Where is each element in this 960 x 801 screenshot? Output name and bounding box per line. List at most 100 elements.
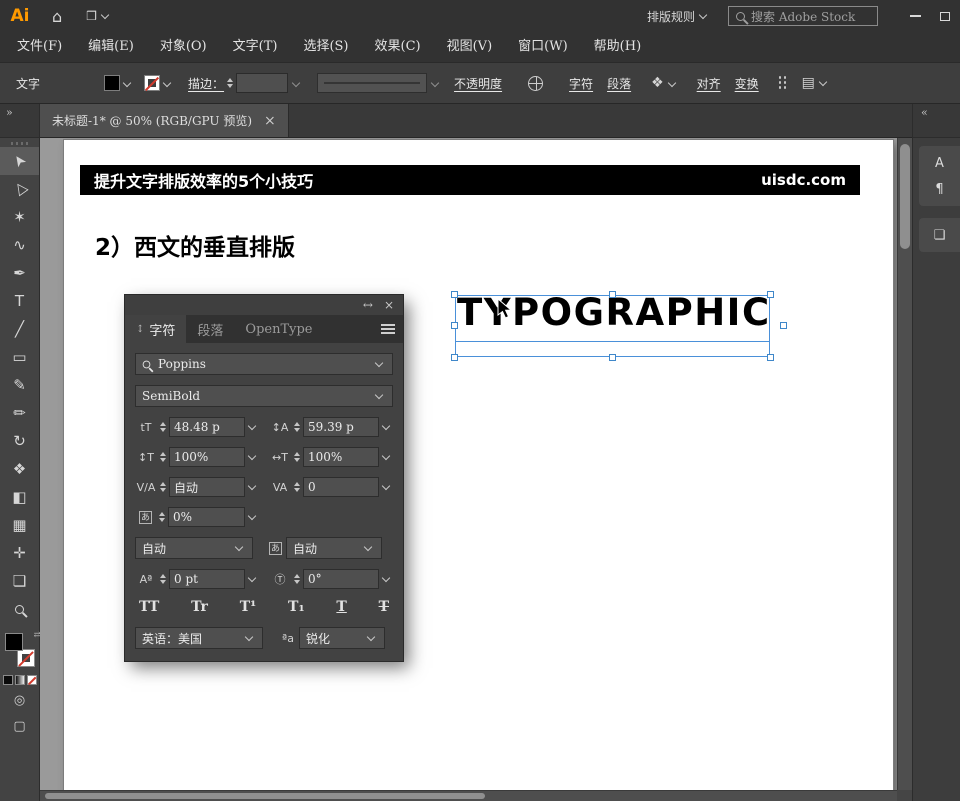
artboards-panel-button[interactable]: ❏ [919, 222, 960, 248]
more-options-dots-icon[interactable] [779, 76, 788, 90]
selection-handle[interactable] [780, 322, 787, 329]
typesetting-options-icon[interactable]: ❖ [651, 75, 664, 91]
font-style-dropdown[interactable]: SemiBold [135, 385, 393, 407]
artwork-heading[interactable]: 2）西文的垂直排版 [95, 228, 295, 262]
pen-tool[interactable]: ✒ [0, 259, 39, 287]
control-panel-menu-icon[interactable]: ▤ [802, 75, 815, 91]
chevron-down-icon[interactable] [819, 77, 827, 85]
selection-handle[interactable] [767, 291, 774, 298]
language-dropdown[interactable]: 英语：美国 [135, 627, 263, 649]
tracking-stepper[interactable] [294, 482, 300, 492]
menu-effect[interactable]: 效果(C) [362, 32, 434, 62]
character-rotation-field[interactable]: 0° [303, 569, 379, 589]
selection-handle[interactable] [609, 291, 616, 298]
stroke-weight-stepper[interactable] [227, 78, 233, 88]
chevron-down-icon[interactable] [123, 79, 131, 87]
home-button[interactable]: ⌂ [40, 0, 74, 32]
menu-type[interactable]: 文字(T) [220, 32, 291, 62]
stroke-profile-dropdown[interactable] [317, 73, 427, 93]
character-rotation-stepper[interactable] [294, 574, 300, 584]
menu-select[interactable]: 选择(S) [290, 32, 361, 62]
kerning-stepper[interactable] [160, 482, 166, 492]
stroke-color-swatch[interactable] [144, 75, 160, 91]
font-family-dropdown[interactable]: Poppins [135, 353, 393, 375]
menu-object[interactable]: 对象(O) [147, 32, 220, 62]
panel-menu-button[interactable] [373, 315, 403, 343]
collapse-panel-icon[interactable]: ↔ [363, 298, 373, 312]
chevron-down-icon[interactable] [667, 79, 675, 87]
line-segment-tool[interactable]: ╱ [0, 315, 39, 343]
aki-left-dropdown[interactable]: 自动 [135, 537, 253, 559]
screen-mode-button[interactable]: ▢ [0, 715, 39, 737]
close-tab-icon[interactable]: × [264, 113, 276, 129]
tracking-field[interactable]: 0 [303, 477, 379, 497]
subscript-button[interactable]: T₁ [288, 599, 305, 615]
stroke-link[interactable]: 描边： [188, 75, 224, 92]
tab-paragraph[interactable]: 段落 [186, 315, 234, 343]
vertical-scrollbar[interactable] [897, 138, 912, 790]
vertical-scale-stepper[interactable] [160, 452, 166, 462]
strikethrough-button[interactable]: T [379, 599, 389, 615]
workspace-switcher[interactable]: 排版规则 [635, 0, 718, 32]
tab-opentype[interactable]: OpenType [234, 315, 323, 343]
artboard-tool[interactable]: ❏ [0, 567, 39, 595]
chevron-down-icon[interactable] [431, 79, 439, 87]
tab-character[interactable]: ↕ 字符 [125, 315, 186, 343]
font-size-stepper[interactable] [160, 422, 166, 432]
menu-help[interactable]: 帮助(H) [581, 32, 654, 62]
rectangle-tool[interactable]: ▭ [0, 343, 39, 371]
arrange-documents-button[interactable]: ❒ [74, 0, 120, 32]
menu-file[interactable]: 文件(F) [4, 32, 75, 62]
tsume-stepper[interactable] [159, 512, 165, 522]
underline-button[interactable]: T [336, 599, 346, 615]
horizontal-scale-stepper[interactable] [294, 452, 300, 462]
chevron-down-icon[interactable] [248, 511, 256, 519]
chevron-down-icon[interactable] [248, 421, 256, 429]
recolor-artwork-icon[interactable] [528, 76, 543, 91]
paragraph-panel-link[interactable]: 段落 [607, 75, 631, 92]
align-panel-link[interactable]: 对齐 [697, 75, 721, 92]
magic-wand-tool[interactable]: ✶ [0, 203, 39, 231]
restore-button[interactable] [930, 0, 960, 32]
chevron-down-icon[interactable] [382, 421, 390, 429]
mesh-tool[interactable]: ▦ [0, 511, 39, 539]
chevron-down-icon[interactable] [248, 451, 256, 459]
selection-handle[interactable] [767, 354, 774, 361]
menu-window[interactable]: 窗口(W) [505, 32, 581, 62]
close-panel-icon[interactable]: × [384, 298, 394, 312]
leading-field[interactable]: 59.39 p [303, 417, 379, 437]
selection-handle[interactable] [451, 322, 458, 329]
transform-panel-link[interactable]: 变换 [735, 75, 759, 92]
font-size-field[interactable]: 48.48 p [169, 417, 245, 437]
character-panel-link[interactable]: 字符 [569, 75, 593, 92]
right-dock-header[interactable]: « [913, 104, 960, 138]
paragraph-styles-panel-button[interactable]: ¶ [919, 176, 960, 202]
pencil-tool[interactable]: ✏ [0, 399, 39, 427]
minimize-button[interactable] [900, 0, 930, 32]
horizontal-scrollbar-thumb[interactable] [45, 793, 485, 799]
vertical-scale-field[interactable]: 100% [169, 447, 245, 467]
gradient-mode-button[interactable] [15, 675, 25, 685]
selection-tool[interactable]: ➤ [0, 147, 39, 175]
selection-handle[interactable] [609, 354, 616, 361]
horizontal-scale-field[interactable]: 100% [303, 447, 379, 467]
rotate-tool[interactable]: ↻ [0, 427, 39, 455]
baseline-shift-field[interactable]: 0 pt [169, 569, 245, 589]
tsume-field[interactable]: 0% [168, 507, 245, 527]
opacity-link[interactable]: 不透明度 [454, 75, 502, 92]
zoom-tool[interactable] [0, 595, 39, 623]
stroke-swatch[interactable] [17, 649, 35, 667]
menu-view[interactable]: 视图(V) [434, 32, 506, 62]
small-caps-button[interactable]: Tr [191, 599, 208, 615]
vertical-scrollbar-thumb[interactable] [900, 144, 910, 249]
artwork-banner[interactable]: 提升文字排版效率的5个小技巧 uisdc.com [80, 165, 860, 195]
superscript-button[interactable]: T¹ [240, 599, 257, 615]
chevron-down-icon[interactable] [163, 79, 171, 87]
lasso-tool[interactable]: ∿ [0, 231, 39, 259]
direct-selection-tool[interactable]: ▷ [0, 175, 39, 203]
eyedropper-tool[interactable]: ✛ [0, 539, 39, 567]
horizontal-scrollbar[interactable] [40, 790, 897, 801]
baseline-shift-stepper[interactable] [160, 574, 166, 584]
type-tool[interactable]: T [0, 287, 39, 315]
chevron-down-icon[interactable] [248, 481, 256, 489]
